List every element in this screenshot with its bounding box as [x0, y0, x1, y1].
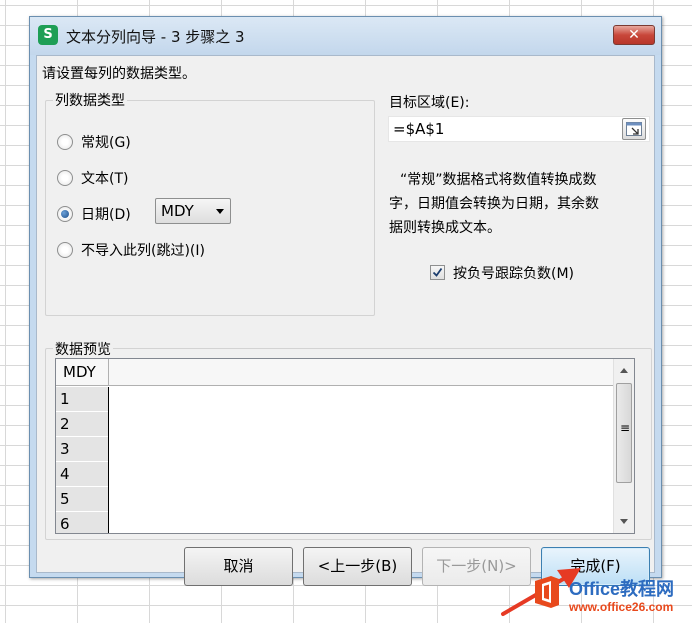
preview-row-number: 5: [56, 487, 108, 512]
chevron-down-icon: [216, 209, 224, 214]
cancel-button[interactable]: 取消: [184, 547, 293, 586]
date-format-value: MDY: [161, 202, 194, 220]
close-button[interactable]: ✕: [613, 25, 655, 45]
preview-row-number: 4: [56, 462, 108, 487]
instruction-text: 请设置每列的数据类型。: [42, 66, 196, 82]
data-preview-grid[interactable]: MDY 1 2 3 4 5 6 ≡: [55, 358, 635, 534]
destination-label: 目标区域(E):: [389, 95, 470, 111]
radio-general-label: 常规(G): [81, 135, 131, 151]
radio-skip-column[interactable]: 不导入此列(跳过)(I): [57, 240, 205, 260]
dialog-content: 请设置每列的数据类型。 列数据类型 常规(G) 文本(T) 日期(D) MDY …: [36, 55, 655, 586]
radio-text-circle[interactable]: [57, 170, 73, 186]
office-logo-icon: [535, 576, 559, 608]
office26-watermark: Office教程网 www.office26.com: [527, 573, 692, 623]
dialog-title: 文本分列向导 - 3 步骤之 3: [66, 28, 245, 46]
range-select-button[interactable]: [622, 118, 646, 140]
radio-text-label: 文本(T): [81, 171, 129, 187]
radio-text[interactable]: 文本(T): [57, 168, 128, 188]
watermark-title: Office教程网: [569, 579, 675, 599]
date-format-select[interactable]: MDY: [155, 198, 231, 224]
scroll-down-icon[interactable]: [620, 519, 628, 524]
scroll-up-icon[interactable]: [620, 368, 628, 373]
description-line-2: 字，日期值会转换为日期，其余数: [389, 196, 599, 212]
destination-value: =$A$1: [393, 120, 445, 138]
spreadsheet-app-icon: S: [38, 25, 58, 45]
preview-legend: 数据预览: [53, 339, 113, 359]
preview-row-number: 2: [56, 412, 108, 437]
radio-skip-column-label: 不导入此列(跳过)(I): [81, 243, 205, 259]
scroll-grip-icon: ≡: [620, 421, 631, 435]
radio-skip-column-circle[interactable]: [57, 242, 73, 258]
watermark-url: www.office26.com: [569, 600, 674, 614]
preview-header-row: MDY: [56, 359, 634, 386]
range-select-icon: [626, 122, 642, 136]
checkmark-icon: [432, 267, 443, 277]
destination-input[interactable]: =$A$1: [388, 116, 650, 142]
column-type-legend: 列数据类型: [53, 90, 127, 110]
radio-general-circle[interactable]: [57, 134, 73, 150]
back-button[interactable]: <上一步(B): [303, 547, 412, 586]
radio-date[interactable]: 日期(D): [57, 204, 131, 224]
preview-vertical-scrollbar[interactable]: ≡: [613, 359, 634, 533]
negative-sign-checkbox[interactable]: [430, 265, 445, 280]
preview-row-number: 3: [56, 437, 108, 462]
radio-general[interactable]: 常规(G): [57, 132, 131, 152]
preview-column-header[interactable]: MDY: [56, 359, 109, 386]
preview-row-number: 6: [56, 512, 108, 533]
preview-row-number: 1: [56, 387, 108, 412]
scroll-thumb[interactable]: ≡: [616, 383, 632, 483]
radio-date-label: 日期(D): [81, 207, 131, 223]
text-to-columns-dialog: S 文本分列向导 - 3 步骤之 3 ✕ 请设置每列的数据类型。 列数据类型 常…: [29, 16, 662, 586]
radio-date-circle[interactable]: [57, 206, 73, 222]
description-line-1: “常规”数据格式将数值转换成数: [400, 172, 597, 188]
title-bar[interactable]: S 文本分列向导 - 3 步骤之 3 ✕: [30, 17, 661, 55]
description-line-3: 据则转换成文本。: [389, 220, 501, 236]
negative-sign-label: 按负号跟踪负数(M): [453, 266, 575, 282]
preview-row-numbers: 1 2 3 4 5 6: [56, 387, 109, 533]
